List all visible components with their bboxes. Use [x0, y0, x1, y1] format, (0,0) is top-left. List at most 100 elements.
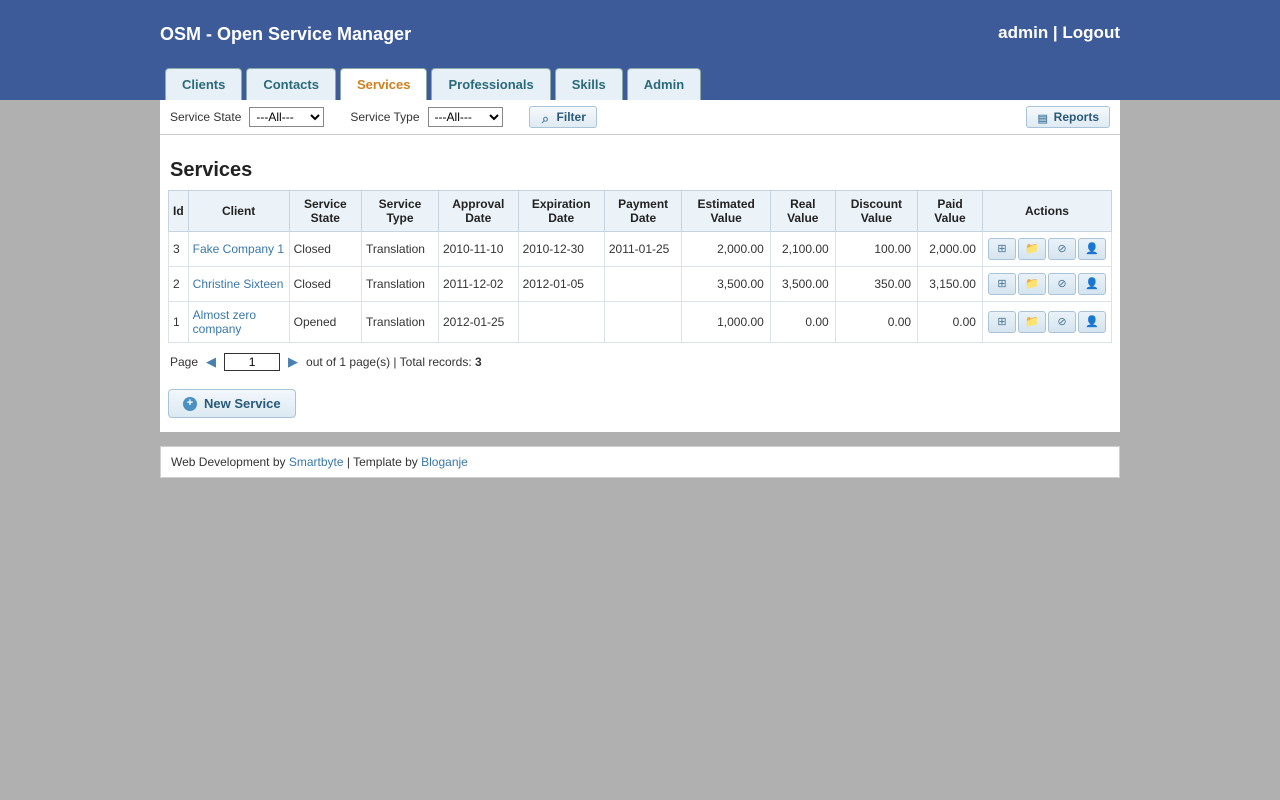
cell-payment	[604, 302, 682, 343]
folder-icon[interactable]: 📁	[1018, 273, 1046, 295]
cell-client[interactable]: Fake Company 1	[188, 232, 289, 267]
col-header[interactable]: Payment Date	[604, 191, 682, 232]
person-icon[interactable]: 👤	[1078, 238, 1106, 260]
cell-type: Translation	[362, 302, 439, 343]
cell-paid: 0.00	[918, 302, 983, 343]
col-header[interactable]: Approval Date	[438, 191, 518, 232]
cell-discount: 350.00	[835, 267, 917, 302]
cell-estimated: 3,500.00	[682, 267, 770, 302]
cell-approval: 2010-11-10	[438, 232, 518, 267]
footer-link-smartbyte[interactable]: Smartbyte	[289, 455, 344, 469]
tab-admin[interactable]: Admin	[627, 68, 701, 100]
table-row: 1Almost zero companyOpenedTranslation201…	[169, 302, 1112, 343]
cancel-icon[interactable]: ⊘	[1048, 238, 1076, 260]
app-title: OSM - Open Service Manager	[160, 24, 411, 45]
table-row: 3Fake Company 1ClosedTranslation2010-11-…	[169, 232, 1112, 267]
cell-state: Closed	[289, 267, 361, 302]
cell-actions: ⊞📁⊘👤	[982, 302, 1111, 343]
cell-real: 2,100.00	[770, 232, 835, 267]
cell-expiration: 2010-12-30	[518, 232, 604, 267]
col-header[interactable]: Real Value	[770, 191, 835, 232]
col-header[interactable]: Discount Value	[835, 191, 917, 232]
main-area: Services IdClientService StateService Ty…	[160, 135, 1120, 432]
tab-professionals[interactable]: Professionals	[431, 68, 550, 100]
person-icon[interactable]: 👤	[1078, 273, 1106, 295]
cell-paid: 3,150.00	[918, 267, 983, 302]
page-title: Services	[170, 159, 1112, 182]
service-state-label: Service State	[170, 110, 241, 124]
cell-id: 3	[169, 232, 189, 267]
service-type-select[interactable]: ---All---	[428, 107, 503, 127]
cell-real: 0.00	[770, 302, 835, 343]
cell-estimated: 1,000.00	[682, 302, 770, 343]
pager: Page ◀ ▶ out of 1 page(s) | Total record…	[170, 353, 1110, 371]
folder-icon[interactable]: 📁	[1018, 311, 1046, 333]
grid-icon[interactable]: ⊞	[988, 311, 1016, 333]
footer: Web Development by Smartbyte | Template …	[160, 446, 1120, 478]
user-area: admin | Logout	[998, 23, 1120, 43]
cancel-icon[interactable]: ⊘	[1048, 311, 1076, 333]
cell-discount: 100.00	[835, 232, 917, 267]
logout-link[interactable]: Logout	[1062, 23, 1120, 42]
cell-approval: 2011-12-02	[438, 267, 518, 302]
col-header[interactable]: Service State	[289, 191, 361, 232]
pager-info: out of 1 page(s) | Total records: 3	[306, 355, 482, 369]
cell-payment: 2011-01-25	[604, 232, 682, 267]
col-header[interactable]: Paid Value	[918, 191, 983, 232]
person-icon[interactable]: 👤	[1078, 311, 1106, 333]
cell-state: Closed	[289, 232, 361, 267]
cell-approval: 2012-01-25	[438, 302, 518, 343]
service-type-label: Service Type	[350, 110, 419, 124]
reports-button[interactable]: Reports	[1026, 106, 1110, 128]
filter-button[interactable]: Filter	[529, 106, 597, 128]
cell-client[interactable]: Almost zero company	[188, 302, 289, 343]
cell-real: 3,500.00	[770, 267, 835, 302]
table-header-row: IdClientService StateService TypeApprova…	[169, 191, 1112, 232]
cancel-icon[interactable]: ⊘	[1048, 273, 1076, 295]
search-icon	[540, 111, 552, 123]
pager-label: Page	[170, 355, 198, 369]
grid-icon[interactable]: ⊞	[988, 238, 1016, 260]
user-link[interactable]: admin	[998, 23, 1048, 42]
col-header[interactable]: Actions	[982, 191, 1111, 232]
folder-icon[interactable]: 📁	[1018, 238, 1046, 260]
cell-paid: 2,000.00	[918, 232, 983, 267]
pager-next-icon[interactable]: ▶	[288, 354, 298, 370]
cell-expiration	[518, 302, 604, 343]
header: OSM - Open Service Manager admin | Logou…	[0, 0, 1280, 100]
cell-id: 1	[169, 302, 189, 343]
col-header[interactable]: Expiration Date	[518, 191, 604, 232]
cell-payment	[604, 267, 682, 302]
col-header[interactable]: Id	[169, 191, 189, 232]
pager-page-input[interactable]	[224, 353, 280, 371]
report-icon	[1037, 111, 1049, 123]
cell-client[interactable]: Christine Sixteen	[188, 267, 289, 302]
table-body: 3Fake Company 1ClosedTranslation2010-11-…	[169, 232, 1112, 343]
tab-contacts[interactable]: Contacts	[246, 68, 336, 100]
cell-type: Translation	[362, 267, 439, 302]
cell-actions: ⊞📁⊘👤	[982, 232, 1111, 267]
cell-expiration: 2012-01-05	[518, 267, 604, 302]
col-header[interactable]: Service Type	[362, 191, 439, 232]
col-header[interactable]: Client	[188, 191, 289, 232]
cell-estimated: 2,000.00	[682, 232, 770, 267]
tab-skills[interactable]: Skills	[555, 68, 623, 100]
services-table: IdClientService StateService TypeApprova…	[168, 190, 1112, 343]
plus-icon: +	[183, 397, 197, 411]
cell-type: Translation	[362, 232, 439, 267]
footer-link-bloganje[interactable]: Bloganje	[421, 455, 468, 469]
cell-id: 2	[169, 267, 189, 302]
col-header[interactable]: Estimated Value	[682, 191, 770, 232]
tab-services[interactable]: Services	[340, 68, 428, 100]
cell-discount: 0.00	[835, 302, 917, 343]
tab-clients[interactable]: Clients	[165, 68, 242, 100]
nav-tabs: ClientsContactsServicesProfessionalsSkil…	[165, 68, 701, 100]
service-state-select[interactable]: ---All---	[249, 107, 324, 127]
new-service-button[interactable]: + New Service	[168, 389, 296, 418]
content: Service State ---All--- Service Type ---…	[160, 100, 1120, 432]
pager-prev-icon[interactable]: ◀	[206, 354, 216, 370]
grid-icon[interactable]: ⊞	[988, 273, 1016, 295]
filter-bar: Service State ---All--- Service Type ---…	[160, 100, 1120, 135]
table-row: 2Christine SixteenClosedTranslation2011-…	[169, 267, 1112, 302]
cell-actions: ⊞📁⊘👤	[982, 267, 1111, 302]
